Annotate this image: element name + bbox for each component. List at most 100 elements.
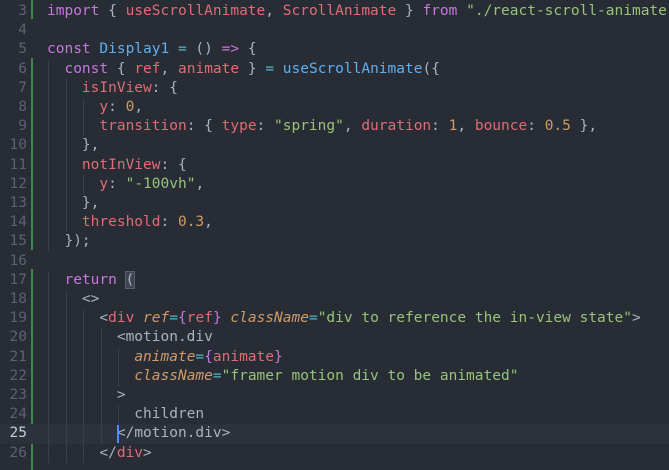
- line-number[interactable]: 4: [0, 21, 27, 40]
- code-token: ref: [134, 60, 161, 77]
- code-line[interactable]: 9 transition: { type: "spring", duration…: [0, 117, 669, 137]
- code-text: <div ref={ref} className="div to referen…: [47, 309, 640, 328]
- line-number[interactable]: 7: [0, 79, 27, 98]
- code-line[interactable]: 5 const Display1 = () => {: [0, 40, 669, 59]
- code-token: }: [239, 60, 266, 77]
- code-token: import: [47, 3, 100, 19]
- code-line[interactable]: 8 y: 0,: [0, 98, 669, 118]
- code-token: :: [108, 175, 126, 192]
- code-token: div: [108, 310, 135, 327]
- code-line[interactable]: 10 },: [0, 136, 669, 156]
- code-line[interactable]: 25 </motion.div>: [0, 424, 669, 444]
- code-line[interactable]: 23 >: [0, 386, 669, 406]
- code-line[interactable]: 3 import { useScrollAnimate, ScrollAnimat…: [0, 2, 669, 21]
- code-token: "./react-scroll-animate": [466, 3, 669, 19]
- code-token: {: [177, 310, 187, 327]
- code-token: ref: [186, 310, 213, 327]
- code-line[interactable]: 14 threshold: 0.3,: [0, 213, 669, 233]
- code-line[interactable]: 17 return (: [0, 270, 669, 290]
- line-number[interactable]: 25: [0, 424, 27, 443]
- code-line[interactable]: 19 <div ref={ref} className="div to refe…: [0, 309, 669, 329]
- code-token: "spring": [274, 118, 344, 135]
- code-line[interactable]: 24 children: [0, 405, 669, 425]
- code-token: }: [274, 348, 283, 365]
- code-token: type: [221, 118, 257, 135]
- code-token: y: [99, 175, 109, 192]
- code-token: const: [64, 60, 109, 77]
- line-number[interactable]: 16: [0, 252, 27, 271]
- code-line[interactable]: 6 const { ref, animate } = useScrollAnim…: [0, 59, 669, 79]
- line-number[interactable]: 20: [0, 328, 27, 347]
- code-text: },: [47, 194, 99, 213]
- code-text: className="framer motion div to be anima…: [47, 367, 518, 386]
- line-number[interactable]: 19: [0, 309, 27, 328]
- line-number[interactable]: 10: [0, 136, 27, 155]
- code-token: (): [186, 41, 222, 58]
- code-token: ,: [343, 118, 362, 135]
- line-number[interactable]: 12: [0, 175, 27, 194]
- code-line[interactable]: 18 <>: [0, 290, 669, 310]
- code-line[interactable]: 12 y: "-100vh",: [0, 174, 669, 194]
- code-token: {: [239, 41, 257, 58]
- code-token: <: [47, 329, 126, 346]
- code-line[interactable]: 4: [0, 21, 669, 40]
- line-number[interactable]: 22: [0, 367, 27, 386]
- code-line[interactable]: 26 </div>: [0, 443, 669, 463]
- code-text: });: [47, 232, 90, 251]
- code-token: const: [47, 41, 91, 58]
- code-text: y: "-100vh",: [47, 175, 204, 194]
- line-number[interactable]: 24: [0, 405, 27, 424]
- line-number[interactable]: 23: [0, 386, 27, 405]
- code-line[interactable]: 20 <motion.div: [0, 328, 669, 348]
- code-editor[interactable]: 3 import { useScrollAnimate, ScrollAnimat…: [0, 0, 669, 470]
- code-token: }: [396, 3, 423, 19]
- code-token: "framer motion div to be animated": [221, 367, 519, 384]
- code-token: :: [160, 214, 178, 231]
- code-token: ScrollAnimate: [282, 3, 397, 19]
- line-number[interactable]: 14: [0, 213, 27, 232]
- line-number[interactable]: 8: [0, 98, 27, 117]
- code-token: useScrollAnimate: [125, 3, 266, 19]
- line-number[interactable]: 26: [0, 444, 27, 463]
- code-line[interactable]: 16: [0, 252, 669, 271]
- line-number[interactable]: 13: [0, 194, 27, 213]
- line-number[interactable]: 18: [0, 290, 27, 309]
- line-number[interactable]: 5: [0, 40, 27, 59]
- code-token: =: [212, 367, 222, 384]
- code-text: },: [47, 136, 99, 155]
- line-number[interactable]: 21: [0, 348, 27, 367]
- code-text: children: [47, 405, 204, 424]
- code-text: </div>: [47, 444, 151, 463]
- code-text: transition: { type: "spring", duration: …: [47, 117, 597, 136]
- code-token: >: [47, 387, 126, 403]
- line-number[interactable]: 3: [0, 2, 27, 21]
- code-line[interactable]: 21 animate={animate}: [0, 347, 669, 367]
- code-line[interactable]: 22 className="framer motion div to be an…: [0, 366, 669, 386]
- code-line[interactable]: 11 notInView: {: [0, 155, 669, 175]
- code-text: animate={animate}: [47, 348, 283, 367]
- code-text: import { useScrollAnimate, ScrollAnimate…: [47, 2, 669, 21]
- code-line[interactable]: 13 },: [0, 194, 669, 214]
- code-token: : {: [186, 118, 222, 135]
- line-number[interactable]: 6: [0, 60, 27, 79]
- line-number[interactable]: 17: [0, 271, 27, 290]
- code-line[interactable]: 15 });: [0, 232, 669, 252]
- line-number[interactable]: 11: [0, 156, 27, 175]
- line-number[interactable]: 9: [0, 117, 27, 136]
- code-line[interactable]: 7 isInView: {: [0, 78, 669, 98]
- code-token: :: [527, 118, 545, 135]
- line-number[interactable]: 15: [0, 232, 27, 251]
- code-text: >: [47, 386, 126, 405]
- code-token: ref: [143, 310, 170, 327]
- code-token: useScrollAnimate: [282, 60, 423, 77]
- code-token: : {: [160, 156, 187, 173]
- code-token: </: [47, 425, 135, 442]
- code-text: const { ref, animate } = useScrollAnimat…: [47, 60, 439, 79]
